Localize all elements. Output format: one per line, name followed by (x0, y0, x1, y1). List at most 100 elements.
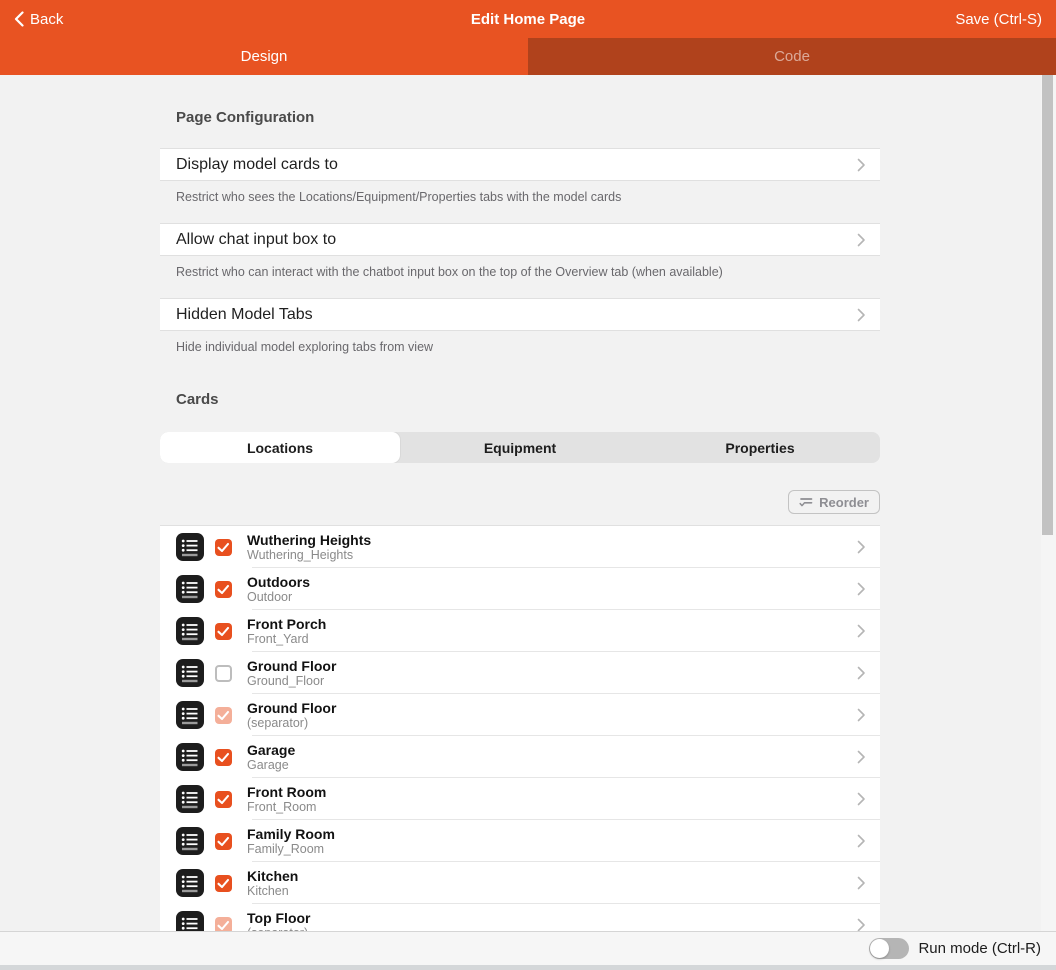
bottom-bar: Run mode (Ctrl-R) (0, 931, 1056, 965)
check-icon (215, 707, 232, 724)
card-row-family-room[interactable]: Family Room Family_Room (160, 820, 880, 862)
drag-handle-icon[interactable] (176, 617, 204, 645)
check-icon (215, 581, 232, 598)
card-checkbox[interactable] (215, 539, 232, 556)
chevron-right-icon (857, 666, 866, 680)
card-checkbox[interactable] (215, 875, 232, 892)
drag-handle-icon[interactable] (176, 533, 204, 561)
chevron-right-icon (857, 834, 866, 848)
card-title: Ground Floor (247, 700, 857, 716)
card-row-garage[interactable]: Garage Garage (160, 736, 880, 778)
chevron-left-icon (14, 11, 24, 27)
run-mode-toggle[interactable] (869, 938, 909, 959)
card-subtitle: Kitchen (247, 884, 857, 899)
segment-locations[interactable]: Locations (160, 432, 400, 463)
scrollbar-track[interactable] (1041, 75, 1056, 931)
drag-handle-icon[interactable] (176, 827, 204, 855)
config-item-label: Hidden Model Tabs (176, 306, 857, 324)
drag-handle-icon[interactable] (176, 575, 204, 603)
card-row-front-room[interactable]: Front Room Front_Room (160, 778, 880, 820)
card-row-outdoors[interactable]: Outdoors Outdoor (160, 568, 880, 610)
tab-bar: Design Code (0, 38, 1056, 75)
card-title: Outdoors (247, 574, 857, 590)
card-checkbox[interactable] (215, 833, 232, 850)
check-icon (215, 749, 232, 766)
chevron-right-icon (857, 918, 866, 931)
chevron-right-icon (857, 540, 866, 554)
card-title: Kitchen (247, 868, 857, 884)
chevron-right-icon (857, 792, 866, 806)
drag-handle-icon[interactable] (176, 659, 204, 687)
reorder-label: Reorder (819, 495, 869, 510)
save-button[interactable]: Save (Ctrl-S) (955, 11, 1042, 28)
card-checkbox[interactable] (215, 623, 232, 640)
card-checkbox[interactable] (215, 749, 232, 766)
back-label: Back (30, 11, 63, 28)
card-title: Front Porch (247, 616, 857, 632)
cards-segmented-control: Locations Equipment Properties (160, 432, 880, 463)
tab-design[interactable]: Design (0, 38, 528, 75)
card-checkbox[interactable] (215, 791, 232, 808)
check-icon (215, 623, 232, 640)
scrollbar-thumb[interactable] (1042, 75, 1053, 535)
config-list-allow-chat-input: Allow chat input box to (160, 223, 880, 256)
card-title: Wuthering Heights (247, 532, 857, 548)
page-content: Page Configuration Display model cards t… (0, 75, 1056, 931)
drag-handle-icon[interactable] (176, 701, 204, 729)
reorder-button[interactable]: Reorder (788, 490, 880, 514)
header: Back Edit Home Page Save (Ctrl-S) (0, 0, 1056, 38)
card-checkbox-disabled (215, 707, 232, 724)
config-list-hidden-model-tabs: Hidden Model Tabs (160, 298, 880, 331)
card-subtitle: (separator) (247, 716, 857, 731)
chevron-right-icon (857, 233, 866, 247)
card-subtitle: Wuthering_Heights (247, 548, 857, 563)
card-row-top-floor-separator[interactable]: Top Floor (separator) (160, 904, 880, 931)
drag-handle-icon[interactable] (176, 743, 204, 771)
card-row-front-porch[interactable]: Front Porch Front_Yard (160, 610, 880, 652)
card-checkbox[interactable] (215, 665, 232, 682)
drag-handle-icon[interactable] (176, 785, 204, 813)
card-row-ground-floor-separator[interactable]: Ground Floor (separator) (160, 694, 880, 736)
page-title: Edit Home Page (0, 11, 1056, 28)
card-checkbox[interactable] (215, 581, 232, 598)
card-title: Top Floor (247, 910, 857, 926)
config-item-description: Restrict who can interact with the chatb… (176, 264, 864, 280)
card-row-ground-floor[interactable]: Ground Floor Ground_Floor (160, 652, 880, 694)
config-item-allow-chat-input[interactable]: Allow chat input box to (160, 224, 880, 255)
card-subtitle: Front_Room (247, 800, 857, 815)
toggle-knob (870, 939, 889, 958)
check-icon (215, 917, 232, 932)
card-subtitle: Family_Room (247, 842, 857, 857)
location-cards-list: Wuthering Heights Wuthering_Heights Outd… (160, 525, 880, 931)
check-icon (215, 791, 232, 808)
card-title: Front Room (247, 784, 857, 800)
chevron-right-icon (857, 750, 866, 764)
card-row-wuthering-heights[interactable]: Wuthering Heights Wuthering_Heights (160, 526, 880, 568)
card-title: Garage (247, 742, 857, 758)
section-title-page-configuration: Page Configuration (176, 109, 880, 126)
card-row-kitchen[interactable]: Kitchen Kitchen (160, 862, 880, 904)
config-item-description: Hide individual model exploring tabs fro… (176, 339, 864, 355)
check-icon (215, 875, 232, 892)
reorder-icon (799, 496, 813, 508)
check-icon (215, 833, 232, 850)
section-title-cards: Cards (176, 391, 880, 408)
config-item-description: Restrict who sees the Locations/Equipmen… (176, 189, 864, 205)
card-title: Family Room (247, 826, 857, 842)
tab-code[interactable]: Code (528, 38, 1056, 75)
check-icon (215, 539, 232, 556)
config-item-hidden-model-tabs[interactable]: Hidden Model Tabs (160, 299, 880, 330)
drag-handle-icon[interactable] (176, 869, 204, 897)
segment-properties[interactable]: Properties (640, 432, 880, 463)
drag-handle-icon[interactable] (176, 911, 204, 931)
config-list-display-model-cards: Display model cards to (160, 148, 880, 181)
config-item-label: Display model cards to (176, 156, 857, 174)
chevron-right-icon (857, 158, 866, 172)
chevron-right-icon (857, 876, 866, 890)
back-button[interactable]: Back (14, 11, 63, 28)
card-title: Ground Floor (247, 658, 857, 674)
config-item-display-model-cards[interactable]: Display model cards to (160, 149, 880, 180)
segment-equipment[interactable]: Equipment (400, 432, 640, 463)
chevron-right-icon (857, 582, 866, 596)
card-subtitle: Outdoor (247, 590, 857, 605)
